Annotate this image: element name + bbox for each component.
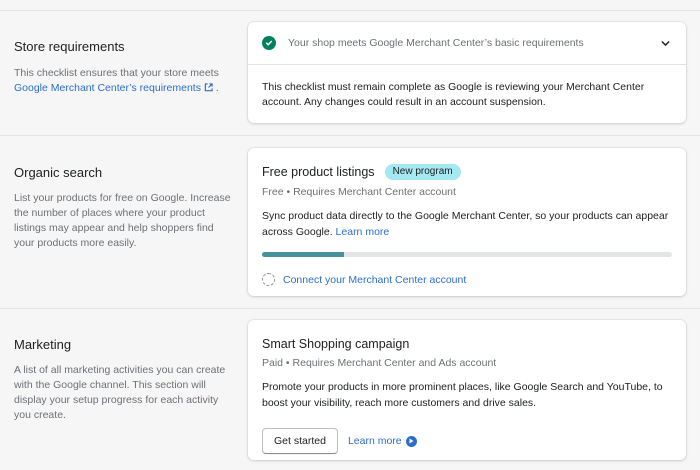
- divider-2: [0, 308, 700, 309]
- marketing-title: Marketing: [14, 337, 72, 352]
- setup-progress-fill: [262, 252, 344, 257]
- free-product-listings-header: Free product listings New program: [262, 164, 672, 180]
- free-product-listings-title: Free product listings: [262, 165, 375, 179]
- chevron-down-icon[interactable]: [658, 36, 672, 50]
- new-program-badge: New program: [384, 164, 461, 180]
- smart-shopping-subtitle: Paid • Requires Merchant Center and Ads …: [262, 357, 497, 369]
- free-product-listings-description: Sync product data directly to the Google…: [262, 208, 672, 240]
- get-started-button[interactable]: Get started: [262, 428, 338, 454]
- store-requirements-card: Your shop meets Google Merchant Center’s…: [248, 22, 686, 123]
- organic-learn-more-link[interactable]: Learn more: [336, 226, 390, 238]
- free-product-listings-subtitle: Free • Requires Merchant Center account: [262, 186, 456, 198]
- merchant-center-requirements-link-label: Google Merchant Center’s requirements: [14, 82, 201, 94]
- store-requirements-desc-suffix: .: [215, 82, 219, 94]
- connect-merchant-center-link[interactable]: Connect your Merchant Center account: [283, 274, 466, 286]
- requirements-status-text: Your shop meets Google Merchant Center’s…: [288, 37, 584, 49]
- store-requirements-description: This checklist ensures that your store m…: [14, 66, 234, 96]
- organic-search-description: List your products for free on Google. I…: [14, 192, 231, 249]
- smart-shopping-title: Smart Shopping campaign: [262, 337, 410, 351]
- requirements-warning-text: This checklist must remain complete as G…: [262, 81, 645, 108]
- divider-top: [0, 10, 700, 11]
- free-product-listings-text: Sync product data directly to the Google…: [262, 210, 669, 238]
- merchant-center-requirements-link[interactable]: Google Merchant Center’s requirements: [14, 82, 213, 94]
- smart-shopping-description: Promote your products in more prominent …: [262, 381, 663, 409]
- marketing-description: A list of all marketing activities you c…: [14, 364, 226, 421]
- store-requirements-desc-text: This checklist ensures that your store m…: [14, 67, 219, 79]
- divider-1: [0, 135, 700, 136]
- play-icon: [405, 435, 417, 447]
- requirements-collapsible-header[interactable]: Your shop meets Google Merchant Center’s…: [248, 22, 686, 65]
- marketing-learn-more-link[interactable]: Learn more: [348, 435, 417, 447]
- checkmark-icon: [262, 36, 276, 50]
- smart-shopping-actions: Get started Learn more: [262, 428, 672, 454]
- organic-search-title: Organic search: [14, 165, 103, 180]
- smart-shopping-card: Smart Shopping campaign Paid • Requires …: [248, 320, 686, 460]
- pending-step-icon: [262, 273, 275, 286]
- store-requirements-title: Store requirements: [14, 39, 125, 54]
- connect-merchant-center-row[interactable]: Connect your Merchant Center account: [262, 273, 672, 286]
- external-link-icon: [204, 83, 213, 92]
- setup-progress-bar: [262, 252, 672, 257]
- free-product-listings-card: Free product listings New program Free •…: [248, 148, 686, 296]
- marketing-learn-more-label: Learn more: [347, 435, 402, 447]
